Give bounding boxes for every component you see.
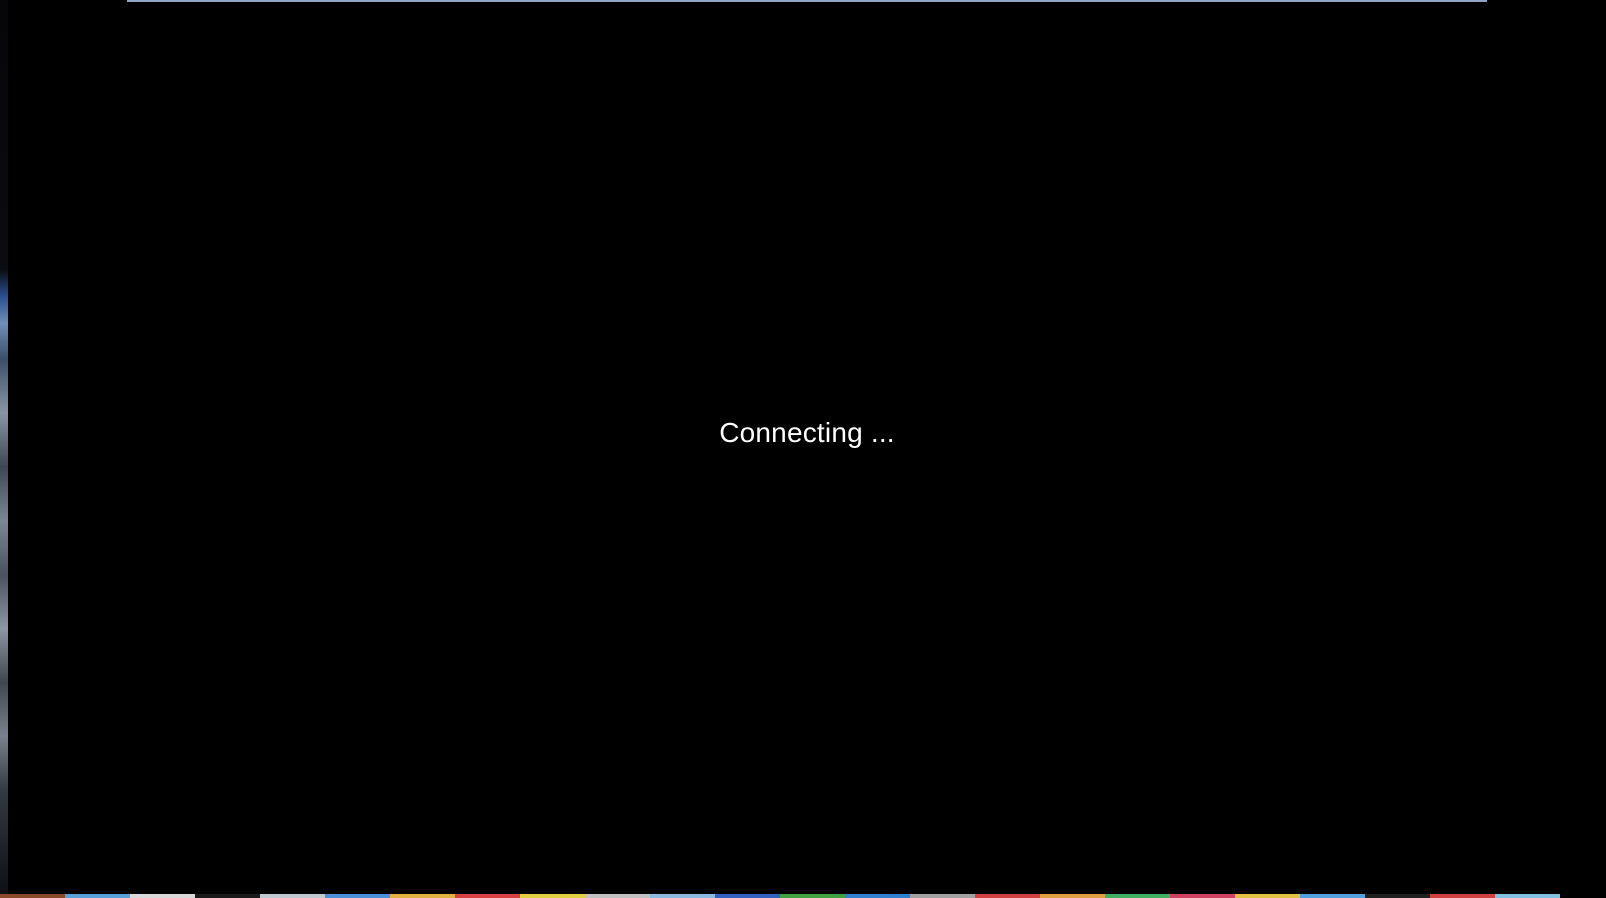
dock-icon-edge[interactable] — [0, 894, 65, 898]
dock-icon-edge[interactable] — [65, 894, 130, 898]
dock-icon-edge[interactable] — [1105, 894, 1170, 898]
dock-icon-edge[interactable] — [1040, 894, 1105, 898]
dock-icon-edge[interactable] — [1430, 894, 1495, 898]
dock-icon-edge[interactable] — [130, 894, 195, 898]
dock-icon-edge[interactable] — [910, 894, 975, 898]
dock-icon-edge[interactable] — [455, 894, 520, 898]
dock-icon-edge[interactable] — [195, 894, 260, 898]
dock-icon-edge[interactable] — [1300, 894, 1365, 898]
dock-icon-edge[interactable] — [780, 894, 845, 898]
dock-icon-edge[interactable] — [1170, 894, 1235, 898]
dock-icon-edge[interactable] — [1495, 894, 1560, 898]
dock-edge[interactable] — [0, 894, 1560, 898]
dock-icon-edge[interactable] — [1235, 894, 1300, 898]
dock-icon-edge[interactable] — [585, 894, 650, 898]
screen: Connecting ... — [0, 0, 1606, 898]
dock-icon-edge[interactable] — [975, 894, 1040, 898]
dock-icon-edge[interactable] — [845, 894, 910, 898]
connection-status-message: Connecting ... — [719, 417, 895, 448]
dock-icon-edge[interactable] — [325, 894, 390, 898]
dock-icon-edge[interactable] — [715, 894, 780, 898]
remote-viewer-window[interactable]: Connecting ... — [8, 2, 1606, 894]
dock-icon-edge[interactable] — [260, 894, 325, 898]
dock-icon-edge[interactable] — [650, 894, 715, 898]
dock-icon-edge[interactable] — [1365, 894, 1430, 898]
dock-icon-edge[interactable] — [520, 894, 585, 898]
desktop-wallpaper-edge — [0, 0, 8, 898]
dock-icon-edge[interactable] — [390, 894, 455, 898]
